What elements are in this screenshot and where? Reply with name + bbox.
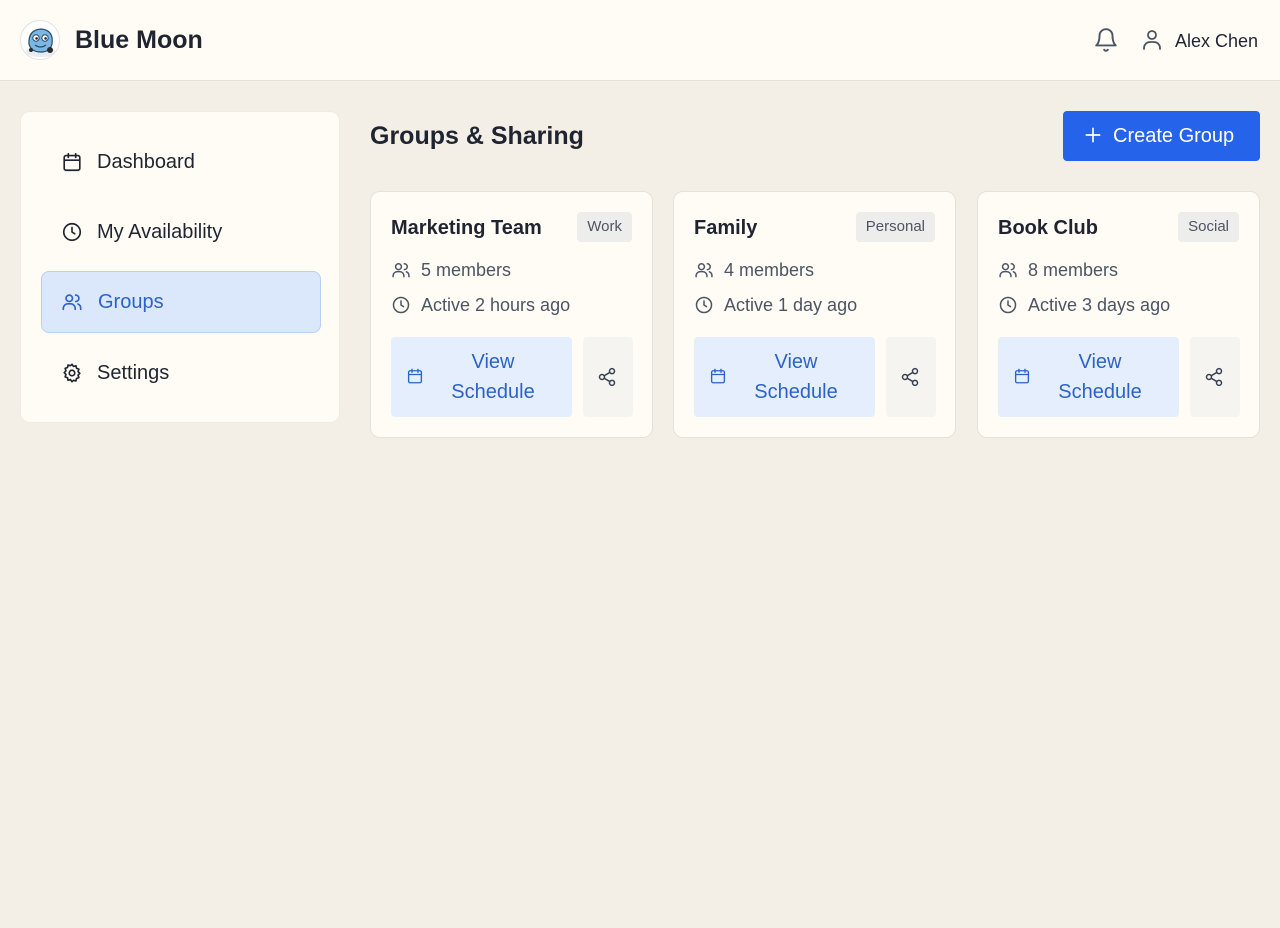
share-icon (900, 367, 920, 387)
group-name: Family (694, 217, 758, 239)
share-icon (597, 367, 617, 387)
user-name[interactable]: Alex Chen (1175, 30, 1258, 52)
plus-icon (1083, 125, 1103, 145)
top-bar: Blue Moon Alex Chen (0, 0, 1280, 81)
view-schedule-button[interactable]: View Schedule (694, 337, 875, 417)
calendar-icon (1013, 367, 1031, 385)
group-card-book-club: Book Club Social 8 members Active 3 days… (977, 191, 1260, 438)
app-title: Blue Moon (75, 26, 203, 54)
view-schedule-button[interactable]: View Schedule (998, 337, 1179, 417)
sidebar-item-settings[interactable]: Settings (41, 342, 321, 404)
group-name: Book Club (998, 217, 1098, 239)
sidebar-item-label: Settings (97, 362, 170, 384)
view-schedule-button[interactable]: View Schedule (391, 337, 572, 417)
last-active: Active 2 hours ago (421, 295, 571, 315)
last-active: Active 1 day ago (724, 295, 858, 315)
group-card-family: Family Personal 4 members Active 1 day a… (673, 191, 956, 438)
sidebar-item-label: Dashboard (97, 151, 195, 173)
share-button[interactable] (886, 337, 936, 417)
sidebar-item-dashboard[interactable]: Dashboard (41, 131, 321, 193)
page-title: Groups & Sharing (370, 122, 584, 150)
clock-icon (694, 295, 714, 315)
users-icon (694, 260, 714, 280)
group-name: Marketing Team (391, 217, 542, 239)
users-icon (61, 291, 83, 313)
clock-icon (391, 295, 411, 315)
group-tag-badge: Personal (855, 212, 935, 242)
share-icon (1204, 367, 1224, 387)
group-card-marketing-team: Marketing Team Work 5 members Active 2 h… (370, 191, 653, 438)
view-schedule-label: View Schedule (451, 351, 535, 403)
member-count: 4 members (724, 260, 815, 280)
user-icon[interactable] (1140, 28, 1164, 52)
app-logo[interactable] (20, 20, 60, 60)
clock-icon (998, 295, 1018, 315)
notifications-bell-icon[interactable] (1093, 27, 1119, 53)
sidebar: Dashboard My Availability Groups Setting… (20, 111, 340, 423)
sidebar-item-label: Groups (98, 291, 164, 313)
users-icon (998, 260, 1018, 280)
last-active: Active 3 days ago (1028, 295, 1171, 315)
sidebar-item-label: My Availability (97, 221, 223, 243)
gear-icon (61, 362, 83, 384)
group-tag-badge: Social (1178, 212, 1239, 242)
member-count: 5 members (421, 260, 512, 280)
clock-icon (61, 221, 83, 243)
sidebar-item-groups[interactable]: Groups (41, 271, 321, 333)
calendar-icon (61, 151, 83, 173)
users-icon (391, 260, 411, 280)
member-count: 8 members (1028, 260, 1119, 280)
share-button[interactable] (1190, 337, 1240, 417)
calendar-icon (406, 367, 424, 385)
create-group-button[interactable]: Create Group (1063, 111, 1260, 161)
calendar-icon (709, 367, 727, 385)
group-tag-badge: Work (577, 212, 632, 242)
create-group-label: Create Group (1113, 125, 1235, 147)
sidebar-item-my-availability[interactable]: My Availability (41, 201, 321, 263)
view-schedule-label: View Schedule (1058, 351, 1142, 403)
share-button[interactable] (583, 337, 633, 417)
view-schedule-label: View Schedule (754, 351, 838, 403)
